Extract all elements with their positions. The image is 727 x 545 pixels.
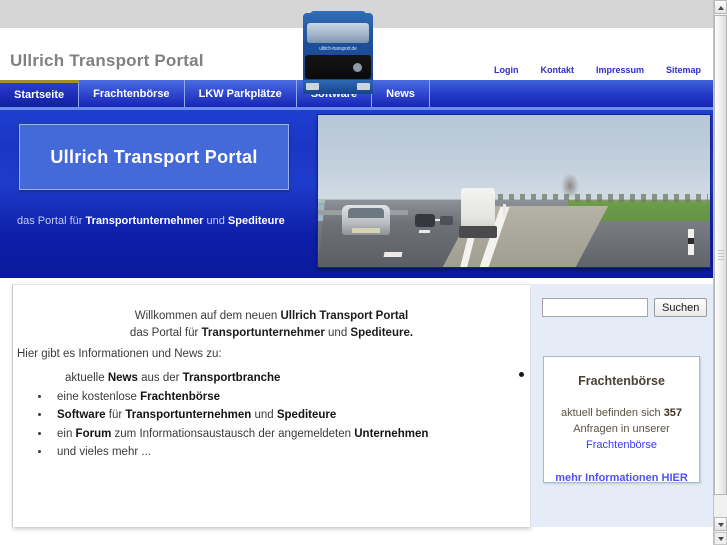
feature-text-fragment: aus der xyxy=(137,372,183,384)
scroll-down-arrow-icon[interactable] xyxy=(714,517,727,531)
feature-list-item: Software für Transportunternehmen und Sp… xyxy=(51,406,522,425)
photo-white-truck xyxy=(459,188,497,238)
meta-navigation: Login Kontakt Impressum Sitemap xyxy=(494,65,701,75)
window-resize-grip-icon[interactable] xyxy=(714,532,727,545)
orphan-bullet-marker xyxy=(519,372,524,377)
feature-text-fragment: aktuelle xyxy=(65,372,108,384)
feature-list-item: eine kostenlose Frachtenbörse xyxy=(51,388,522,407)
frachtenboerse-line2: Anfragen in unserer xyxy=(573,423,670,435)
photo-marker-post-near xyxy=(688,229,694,255)
tabbar-filler xyxy=(429,80,713,107)
feature-list-item: ein Forum zum Informationsaustausch der … xyxy=(51,425,522,444)
welcome-block: Willkommen auf dem neuen Ullrich Transpo… xyxy=(13,308,530,342)
meta-link-impressum[interactable]: Impressum xyxy=(596,65,644,75)
feature-list-item: und vieles mehr ... xyxy=(51,443,522,462)
truck-logo-image: ullrich-transport.de xyxy=(301,3,375,96)
feature-text-fragment: Spediteure xyxy=(276,409,337,421)
frachtenboerse-count-prefix: aktuell befinden sich xyxy=(560,407,664,419)
intro-text: Hier gibt es Informationen und News zu: xyxy=(17,348,222,360)
frachtenboerse-box-title: Frachtenbörse xyxy=(578,374,665,388)
photo-sky xyxy=(318,115,710,204)
welcome-line1-bold: Ullrich Transport Portal xyxy=(280,310,409,322)
hero-banner: Ullrich Transport Portal das Portal für … xyxy=(0,107,713,278)
truck-windshield xyxy=(307,23,369,43)
photo-dark-car xyxy=(415,214,435,227)
welcome-line2-bold1: Transportunternehmer xyxy=(201,327,325,339)
hero-title: Ullrich Transport Portal xyxy=(50,146,258,167)
feature-list: aktuelle News aus der Transportbrancheei… xyxy=(29,369,522,462)
truck-headlight-left xyxy=(306,83,319,90)
frachtenboerse-link[interactable]: Frachtenbörse xyxy=(586,439,657,451)
tab-startseite[interactable]: Startseite xyxy=(0,80,80,107)
photo-marker-post-far xyxy=(503,204,506,215)
feature-text-fragment: ein xyxy=(57,427,76,440)
welcome-line2-mid: und xyxy=(324,327,351,339)
photo-dash-1 xyxy=(383,252,403,257)
frachtenboerse-more-info: mehr Informationen HIER xyxy=(544,472,699,484)
hero-subtitle-mid: und xyxy=(203,215,228,227)
feature-text-fragment: und xyxy=(251,409,277,421)
welcome-line-1: Willkommen auf dem neuen Ullrich Transpo… xyxy=(13,308,530,325)
more-info-link[interactable]: mehr Informationen HIER xyxy=(555,472,688,484)
truck-headlight-right xyxy=(357,83,370,90)
frachtenboerse-count: 357 xyxy=(663,407,683,419)
tab-lkw-parkplaetze[interactable]: LKW Parkplätze xyxy=(184,80,297,107)
site-title: Ullrich Transport Portal xyxy=(10,51,204,70)
feature-text-fragment: eine kostenlose xyxy=(57,390,141,403)
photo-dash-2 xyxy=(418,230,431,233)
hero-title-box: Ullrich Transport Portal xyxy=(19,124,289,190)
meta-link-login[interactable]: Login xyxy=(494,65,519,75)
vertical-scrollbar[interactable] xyxy=(713,0,727,545)
tab-news[interactable]: News xyxy=(372,80,430,107)
welcome-line-2: das Portal für Transportunternehmer und … xyxy=(13,325,530,342)
feature-text-fragment: Software xyxy=(57,409,106,421)
feature-text-fragment: News xyxy=(107,372,138,384)
hero-subtitle-bold2: Spediteure xyxy=(227,215,285,227)
feature-text-fragment: Frachtenbörse xyxy=(140,390,221,403)
welcome-line2-prefix: das Portal für xyxy=(129,327,202,339)
meta-link-kontakt[interactable]: Kontakt xyxy=(540,65,574,75)
scrollbar-grip-icon xyxy=(718,250,724,262)
feature-list-item: aktuelle News aus der Transportbranche xyxy=(59,369,522,388)
feature-text-fragment: und vieles mehr ... xyxy=(57,446,151,458)
search-submit-button[interactable]: Suchen xyxy=(654,298,708,317)
feature-text-fragment: Forum xyxy=(75,427,112,440)
search-input[interactable] xyxy=(542,298,648,317)
search-form: Suchen xyxy=(542,298,708,317)
welcome-line2-bold2: Spediteure. xyxy=(350,327,414,339)
hero-subtitle-prefix: das Portal für xyxy=(17,215,86,227)
hero-subtitle: das Portal für Transportunternehmer und … xyxy=(17,215,285,227)
scrollbar-thumb[interactable] xyxy=(714,15,727,495)
feature-text-fragment: zum Informationsaustausch der angemeldet… xyxy=(111,427,355,440)
tab-frachtenboerse[interactable]: Frachtenbörse xyxy=(79,80,185,107)
photo-far-car xyxy=(440,216,453,225)
scroll-up-arrow-icon[interactable] xyxy=(714,0,727,14)
hero-subtitle-bold1: Transportunternehmer xyxy=(85,215,204,227)
feature-text-fragment: Transportbranche xyxy=(182,372,281,384)
frachtenboerse-box-body: aktuell befinden sich 357 Anfragen in un… xyxy=(544,405,699,453)
welcome-line1-prefix: Willkommen auf dem neuen xyxy=(134,310,281,322)
hero-highway-photo xyxy=(317,114,711,268)
content-wrapper: Willkommen auf dem neuen Ullrich Transpo… xyxy=(0,278,713,533)
meta-link-sitemap[interactable]: Sitemap xyxy=(666,65,701,75)
feature-text-fragment: Transportunternehmen xyxy=(125,409,252,421)
main-content-column: Willkommen auf dem neuen Ullrich Transpo… xyxy=(12,284,530,527)
truck-grille xyxy=(305,55,371,79)
hero-top-divider xyxy=(0,107,713,110)
sidebar-column: Suchen Frachtenbörse aktuell befinden si… xyxy=(531,284,713,527)
feature-text-fragment: Unternehmen xyxy=(354,427,429,440)
truck-badge-text: ullrich-transport.de xyxy=(306,45,370,54)
photo-smudge xyxy=(561,172,579,199)
frachtenboerse-info-box: Frachtenbörse aktuell befinden sich 357 … xyxy=(543,356,700,484)
feature-text-fragment: für xyxy=(105,409,126,421)
page-root: Ullrich Transport Portal Login Kontakt I… xyxy=(0,0,727,545)
photo-silver-car xyxy=(342,205,390,235)
